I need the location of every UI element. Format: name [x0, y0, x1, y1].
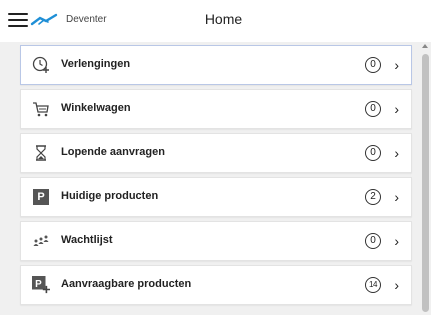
main-content: Verlengingen 0 › Winkelwagen 0 › Lopende… [0, 42, 431, 315]
scrollbar-thumb[interactable] [422, 54, 429, 312]
page-title: Home [204, 11, 243, 27]
count-badge: 0 [365, 145, 381, 161]
menu-list: Verlengingen 0 › Winkelwagen 0 › Lopende… [20, 45, 412, 309]
count-badge: 0 [365, 233, 381, 249]
svg-text:P: P [35, 279, 42, 290]
product-p-plus-icon: P [32, 276, 50, 294]
scroll-up-arrow-icon[interactable] [422, 44, 428, 48]
count-badge: 2 [365, 189, 381, 205]
chevron-right-icon: › [394, 277, 399, 293]
product-p-icon: P [32, 188, 50, 206]
count-badge: 0 [365, 101, 381, 117]
chevron-right-icon: › [394, 233, 399, 249]
list-item-label: Verlengingen [61, 58, 131, 70]
chevron-right-icon: › [394, 189, 399, 205]
list-item-lopende-aanvragen[interactable]: Lopende aanvragen 0 › [20, 133, 412, 173]
list-item-label: Lopende aanvragen [61, 146, 165, 158]
list-item-wachtlijst[interactable]: Wachtlijst 0 › [20, 221, 412, 261]
list-item-verlengingen[interactable]: Verlengingen 0 › [20, 45, 412, 85]
clock-plus-icon [32, 56, 50, 74]
vertical-scrollbar[interactable] [420, 42, 431, 315]
chevron-right-icon: › [394, 57, 399, 73]
list-item-label: Wachtlijst [61, 234, 113, 246]
chevron-right-icon: › [394, 145, 399, 161]
hourglass-icon [32, 144, 50, 162]
chevron-right-icon: › [394, 101, 399, 117]
list-item-label: Aanvraagbare producten [61, 278, 192, 290]
queue-people-icon [32, 232, 50, 250]
count-badge: 14 [365, 277, 381, 293]
top-bar: Deventer Home [0, 0, 431, 42]
count-badge: 0 [365, 57, 381, 73]
list-item-label: Winkelwagen [61, 102, 131, 114]
list-item-aanvraagbare-producten[interactable]: P Aanvraagbare producten 14 › [20, 265, 412, 305]
list-item-label: Huidige producten [61, 190, 159, 202]
list-item-winkelwagen[interactable]: Winkelwagen 0 › [20, 89, 412, 129]
cart-icon [32, 100, 50, 118]
list-item-huidige-producten[interactable]: P Huidige producten 2 › [20, 177, 412, 217]
